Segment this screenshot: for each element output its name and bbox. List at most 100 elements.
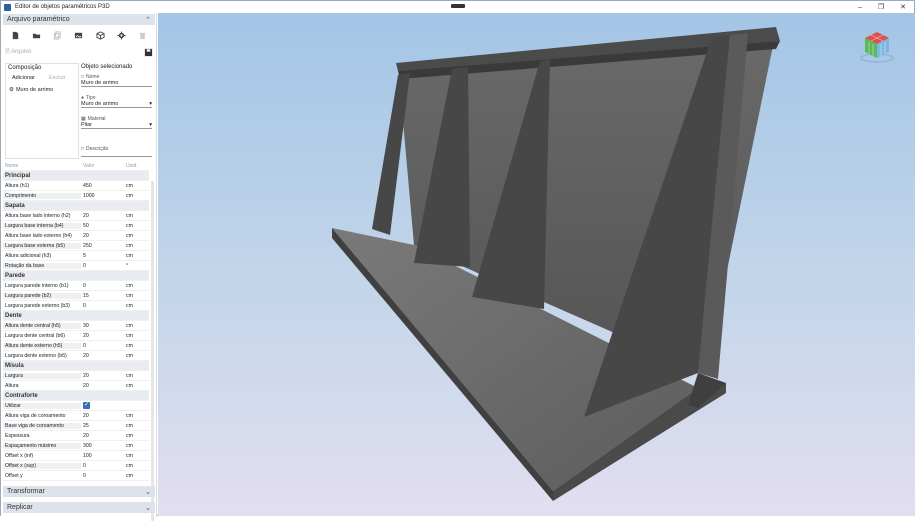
save-icon[interactable] bbox=[144, 48, 153, 57]
gear-icon[interactable] bbox=[117, 30, 126, 40]
property-value-input[interactable]: 250 bbox=[81, 241, 123, 250]
property-value-input[interactable]: 20 bbox=[81, 371, 123, 380]
property-value-input[interactable]: 0 bbox=[81, 461, 123, 470]
property-unit: cm bbox=[126, 232, 133, 239]
property-value-input[interactable]: 0 bbox=[81, 471, 123, 480]
property-unit: cm bbox=[126, 192, 133, 199]
property-value-input[interactable]: 20 bbox=[81, 351, 123, 360]
image-icon[interactable] bbox=[74, 31, 83, 40]
restore-button[interactable]: ❐ bbox=[870, 1, 892, 13]
retaining-wall-model bbox=[332, 27, 780, 501]
composicao-title: Composição bbox=[8, 65, 42, 71]
property-value-input[interactable]: 15 bbox=[81, 291, 123, 300]
nome-field[interactable]: □ Nome Muro de arrimo bbox=[81, 74, 152, 87]
property-value-input[interactable]: 20 bbox=[81, 431, 123, 440]
arquivo-label-text: Arquivo bbox=[11, 49, 32, 55]
property-unit: cm bbox=[126, 462, 133, 469]
property-value-input[interactable]: 20 bbox=[81, 331, 123, 340]
property-unit: cm bbox=[126, 452, 133, 459]
property-group-header[interactable]: Parede bbox=[3, 271, 149, 281]
property-row: Largura parede (b2) 15 cm bbox=[3, 291, 149, 301]
cube-icon[interactable] bbox=[96, 30, 105, 40]
property-value-input[interactable]: 100 bbox=[81, 451, 123, 460]
tipo-select[interactable]: ● Tipo Muro de arrimo ▾ bbox=[81, 95, 152, 108]
property-row: Largura base interna (b4) 50 cm bbox=[3, 221, 149, 231]
property-row: Offset y 0 cm bbox=[3, 471, 149, 481]
property-value-input[interactable]: 450 bbox=[81, 181, 123, 190]
title-bar: Editor de objetos paramétricos P3D – ❐ ✕ bbox=[1, 1, 914, 13]
window-title: Editor de objetos paramétricos P3D bbox=[15, 4, 110, 10]
arquivo-section-header[interactable]: Arquivo paramétrico ⌃ bbox=[3, 14, 155, 25]
property-label: Largura parede externo (b3) bbox=[5, 302, 70, 309]
property-value-input[interactable]: 0 bbox=[81, 281, 123, 290]
property-row: Altura base lado externo (h4) 20 cm bbox=[3, 231, 149, 241]
tipo-value: Muro de arrimo bbox=[81, 101, 119, 107]
property-row: Utilizar ✓ bbox=[3, 401, 149, 411]
chevron-up-icon: ⌃ bbox=[145, 16, 151, 24]
property-group-header[interactable]: Contraforte bbox=[3, 391, 149, 401]
property-group-header[interactable]: Dente bbox=[3, 311, 149, 321]
property-value-input[interactable]: 20 bbox=[81, 381, 123, 390]
property-row: Largura parede externo (b3) 0 cm bbox=[3, 301, 149, 311]
property-row: Altura adicional (h3) 5 cm bbox=[3, 251, 149, 261]
view-cube-icon[interactable] bbox=[859, 29, 895, 65]
property-value-input[interactable]: 5 bbox=[81, 251, 123, 260]
close-button[interactable]: ✕ bbox=[892, 1, 914, 13]
left-panel: Arquivo paramétrico ⌃ 🗎 Arquivo Composiç… bbox=[1, 13, 157, 521]
property-group-header[interactable]: Principal bbox=[3, 171, 149, 181]
property-value-input[interactable]: 20 bbox=[81, 211, 123, 220]
properties-scrollbar[interactable] bbox=[150, 176, 155, 526]
property-label: Rotação da base bbox=[3, 262, 81, 269]
property-label: Altura viga de coroamento bbox=[5, 412, 66, 419]
property-value-input[interactable]: 0 bbox=[81, 301, 123, 310]
property-value-input[interactable]: 20 bbox=[81, 411, 123, 420]
property-value-input[interactable]: 25 bbox=[81, 421, 123, 430]
dropdown-arrow-icon: ▾ bbox=[149, 122, 152, 128]
property-label: Altura bbox=[5, 382, 19, 389]
composicao-list-item[interactable]: ⚙ Muro de arrimo bbox=[9, 87, 53, 93]
app-window: Editor de objetos paramétricos P3D – ❐ ✕… bbox=[0, 0, 915, 521]
property-row: Altura dente externo (h5) 0 cm bbox=[3, 341, 149, 351]
property-checkbox[interactable]: ✓ bbox=[81, 401, 123, 410]
nome-value: Muro de arrimo bbox=[81, 80, 119, 86]
property-label: Altura base lado interno (h2) bbox=[5, 212, 71, 219]
arquivo-header-label: Arquivo paramétrico bbox=[7, 16, 70, 23]
descricao-field[interactable]: □ Descrição bbox=[81, 146, 152, 157]
property-value-input[interactable]: 50 bbox=[81, 221, 123, 230]
transformar-section-header[interactable]: Transformar ⌄ bbox=[3, 486, 155, 497]
property-value-input[interactable]: 20 bbox=[81, 231, 123, 240]
tab-excluir[interactable]: Excluir bbox=[49, 75, 66, 81]
replicar-section-header[interactable]: Replicar ⌄ bbox=[3, 502, 155, 513]
property-value-input[interactable]: 0 bbox=[81, 261, 123, 270]
tab-adicionar[interactable]: Adicionar bbox=[12, 75, 35, 81]
property-unit: cm bbox=[126, 212, 133, 219]
material-select[interactable]: ▦ Material Pilar ▾ bbox=[81, 116, 152, 129]
open-folder-icon[interactable] bbox=[32, 31, 41, 40]
property-label: Utilizar bbox=[3, 402, 81, 409]
property-value-input[interactable]: 0 bbox=[81, 341, 123, 350]
property-value-input[interactable]: 300 bbox=[81, 441, 123, 450]
minimize-button[interactable]: – bbox=[849, 1, 871, 13]
property-row: Espessura 20 cm bbox=[3, 431, 149, 441]
drag-grip-icon[interactable] bbox=[451, 4, 465, 8]
property-value-input[interactable]: 30 bbox=[81, 321, 123, 330]
new-file-icon[interactable] bbox=[11, 31, 20, 40]
property-label: Largura parede (b2) bbox=[3, 292, 81, 299]
material-value: Pilar bbox=[81, 122, 93, 128]
counterfort-1 bbox=[372, 73, 410, 235]
checkmark-icon[interactable]: ✓ bbox=[83, 402, 90, 409]
property-unit: cm bbox=[126, 242, 133, 249]
property-row: Altura base lado interno (h2) 20 cm bbox=[3, 211, 149, 221]
property-group-header[interactable]: Sapata bbox=[3, 201, 149, 211]
property-group-header[interactable]: Mísula bbox=[3, 361, 149, 371]
3d-viewport[interactable] bbox=[158, 13, 915, 516]
property-value-input[interactable]: 1000 bbox=[81, 191, 123, 200]
property-label: Altura adicional (h3) bbox=[5, 252, 52, 259]
property-row: Altura 20 cm bbox=[3, 381, 149, 391]
copy-icon[interactable] bbox=[53, 30, 62, 40]
property-row: Offset x (inf) 100 cm bbox=[3, 451, 149, 461]
property-label: Largura parede interno (b1) bbox=[5, 282, 69, 289]
property-unit: cm bbox=[126, 322, 133, 329]
property-label: Offset x (sup) bbox=[3, 462, 81, 469]
trash-icon[interactable] bbox=[138, 31, 147, 40]
